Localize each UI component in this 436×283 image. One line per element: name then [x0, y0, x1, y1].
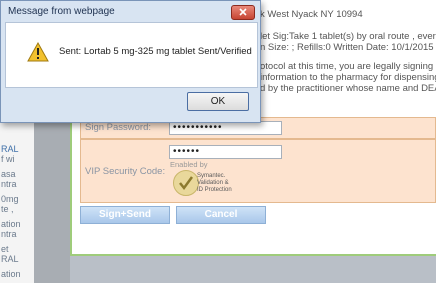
enabled-by-text: Enabled by: [170, 160, 208, 169]
warning-icon: [27, 42, 49, 62]
left-fragment: RAL: [1, 254, 19, 264]
dialog-message: Sent: Lortab 5 mg-325 mg tablet Sent/Ver…: [59, 46, 252, 57]
badge-line-3: ID Protection: [197, 187, 232, 193]
left-fragment: RAL: [1, 144, 19, 154]
refills-text: n Size: ; Refills:0 Written Date: 10/1/2…: [260, 42, 434, 53]
vip-security-row: VIP Security Code: •••••• Enabled by Sym…: [80, 139, 436, 203]
dialog-title: Message from webpage: [8, 6, 115, 17]
close-icon: [239, 8, 247, 16]
badge-line-2: Validation &: [197, 180, 229, 186]
sign-send-button[interactable]: Sign+Send: [80, 206, 170, 224]
pharmacy-address: k West Nyack NY 10994: [260, 9, 363, 20]
sign-password-label: Sign Password:: [85, 122, 152, 133]
left-fragment: f wi: [1, 154, 15, 164]
sig-text: let Sig:Take 1 tablet(s) by oral route ,…: [260, 31, 436, 42]
close-button[interactable]: [231, 5, 255, 20]
left-fragment: ation: [1, 219, 21, 229]
left-fragment: ation: [1, 269, 21, 279]
legal-text-3: d by the practitioner whose name and DEA…: [260, 83, 436, 94]
left-fragment: 0mg: [1, 194, 19, 204]
symantec-badge: [173, 170, 199, 196]
left-fragment: te ,: [1, 204, 14, 214]
cancel-button[interactable]: Cancel: [176, 206, 266, 224]
dialog-body: Sent: Lortab 5 mg-325 mg tablet Sent/Ver…: [5, 22, 258, 88]
vip-security-label: VIP Security Code:: [85, 166, 166, 177]
badge-line-1: Symantec.: [197, 173, 226, 179]
message-dialog: Message from webpage Sent: Lortab 5 mg-3…: [0, 0, 261, 123]
left-fragment: et: [1, 244, 9, 254]
left-fragment: asa: [1, 169, 16, 179]
ok-button[interactable]: OK: [187, 92, 249, 111]
legal-text-2: information to the pharmacy for dispensi…: [260, 72, 436, 83]
sign-password-field[interactable]: •••••••••••: [169, 121, 282, 135]
left-fragment: ntra: [1, 229, 17, 239]
left-fragment: ntra: [1, 179, 17, 189]
checkmark-icon: [179, 176, 194, 191]
legal-text-1: otocol at this time, you are legally sig…: [260, 61, 436, 72]
vip-security-field[interactable]: ••••••: [169, 145, 282, 159]
